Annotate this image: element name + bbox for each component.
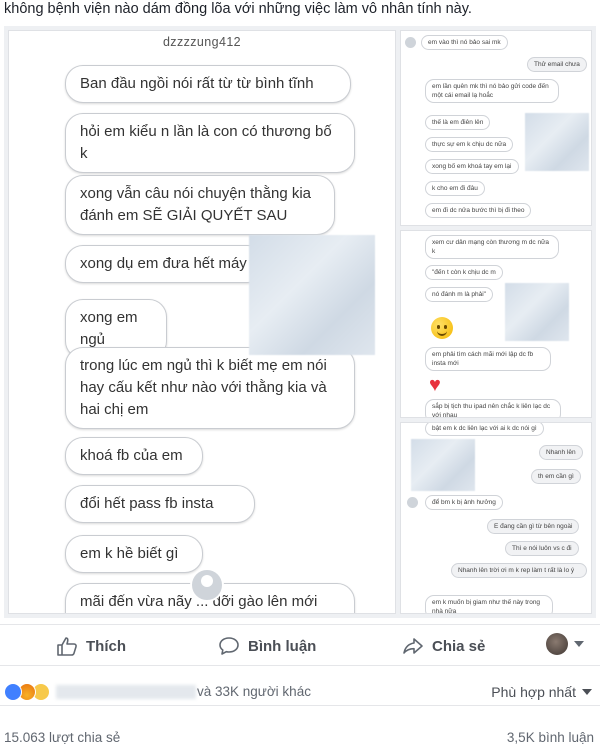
post-action-bar: Thích Bình luận Chia sẻ <box>0 624 600 666</box>
chat-bubble: th em cần gì <box>531 469 581 484</box>
chat-screenshot-left: dzzzzung412 Ban đầu ngồi nói rất từ từ b… <box>8 30 396 614</box>
chat-bubble: "đến t còn k chịu dc m <box>425 265 503 280</box>
smile-emoji-icon <box>431 317 453 339</box>
shares-count-link[interactable]: 15.063 lượt chia sẻ <box>4 730 120 745</box>
profile-avatar <box>546 633 568 655</box>
censor-blur <box>525 113 589 171</box>
share-button[interactable]: Chia sẻ <box>402 634 485 658</box>
chat-bubble: đổi hết pass fb insta <box>65 485 255 523</box>
chat-bubble: Thử email chưa <box>527 57 587 72</box>
share-label: Chia sẻ <box>432 637 486 655</box>
avatar-icon <box>407 497 418 508</box>
chat-bubble: xem cư dân mạng còn thương m dc nữa k <box>425 235 559 259</box>
chat-bubble: bật em k dc liên lạc với ai k dc nói gì <box>425 423 544 436</box>
chat-bubble: để bm k bị ảnh hưởng <box>425 495 503 510</box>
like-reaction-icon <box>4 683 22 701</box>
chat-bubble: xong vẫn câu nói chuyện thằng kia đánh e… <box>65 175 335 235</box>
chat-bubble: em vào thì nó bảo sai mk <box>421 35 508 50</box>
censor-blur <box>505 283 569 341</box>
reactors-link[interactable]: và 33K người khác <box>197 684 311 699</box>
chat-bubble: Thì e nói luôn vs c đi <box>505 541 579 556</box>
chat-bubble: nó đánh m là phải" <box>425 287 493 302</box>
like-label: Thích <box>86 637 126 655</box>
chat-username: dzzzzung412 <box>162 35 242 49</box>
reactor-names-blur <box>56 685 196 699</box>
censor-blur <box>411 439 475 491</box>
comment-label: Bình luận <box>248 637 317 655</box>
like-button[interactable]: Thích <box>56 634 126 658</box>
comments-count-link[interactable]: 3,5K bình luận <box>507 730 594 745</box>
post-as-selector[interactable] <box>546 633 584 655</box>
chat-bubble: Ban đầu ngồi nói rất từ từ bình tĩnh <box>65 65 351 103</box>
comment-sort-dropdown[interactable]: Phù hợp nhất <box>491 684 592 700</box>
censor-blur <box>249 235 375 355</box>
chat-bubble: Nhanh lên trời ơi m k rep làm t rất là l… <box>451 563 587 578</box>
comment-button[interactable]: Bình luận <box>218 634 316 658</box>
chat-bubble: Nhanh lên <box>539 445 583 460</box>
share-arrow-icon <box>403 638 423 654</box>
chat-screenshot-right-top: em vào thì nó bảo sai mk Thử email chưa … <box>400 30 592 226</box>
chat-bubble: xong bố em khoá tay em lại <box>425 159 519 174</box>
chat-bubble: xong dụ em đưa hết máy <box>65 245 265 283</box>
post-stats: 15.063 lượt chia sẻ 3,5K bình luận <box>0 718 600 754</box>
chat-screenshot-right-mid: xem cư dân mạng còn thương m dc nữa k "đ… <box>400 230 592 418</box>
chat-screenshot-right-bottom: bật em k dc liên lạc với ai k dc nói gì … <box>400 422 592 614</box>
comment-bubble-icon <box>219 637 239 655</box>
avatar-icon <box>190 568 224 602</box>
caret-down-icon <box>582 689 592 695</box>
post-photo[interactable]: dzzzzung412 Ban đầu ngồi nói rất từ từ b… <box>4 26 596 618</box>
chat-bubble: sắp bị tịch thu ipad nên chắc k liên lạc… <box>425 399 561 417</box>
reactions-summary: và 33K người khác Phù hợp nhất <box>0 676 600 706</box>
heart-icon: ♥ <box>429 374 441 396</box>
chat-bubble: em k hề biết gì <box>65 535 203 573</box>
chat-bubble: em k muốn bị giam như thế này trong nhà … <box>425 595 553 613</box>
chat-bubble: k cho em đi đâu <box>425 181 485 196</box>
chat-bubble: em phải tìm cách mãi mới lập dc fb insta… <box>425 347 551 371</box>
chat-bubble: thế là em điên lên <box>425 115 491 130</box>
chat-bubble: hỏi em kiểu n lần là con có thương bố k <box>65 113 355 173</box>
chat-bubble: em lần quên mk thì nó bảo gửi code đến m… <box>425 79 559 103</box>
post-caption: không bệnh viện nào dám đồng lõa với nhữ… <box>4 1 472 17</box>
chat-bubble: khoá fb của em <box>65 437 203 475</box>
avatar-icon <box>405 37 416 48</box>
thumbs-up-icon <box>57 637 77 656</box>
caret-down-icon <box>574 641 584 647</box>
chat-bubble: E đang cần gì từ bên ngoài <box>487 519 580 534</box>
chat-bubble: thực sự em k chịu dc nữa <box>425 137 514 152</box>
chat-bubble: em đi dc nửa bước thì bị đi theo <box>425 203 532 218</box>
chat-bubble: trong lúc em ngủ thì k biết mẹ em nói ha… <box>65 347 355 429</box>
sort-label: Phù hợp nhất <box>491 684 576 700</box>
